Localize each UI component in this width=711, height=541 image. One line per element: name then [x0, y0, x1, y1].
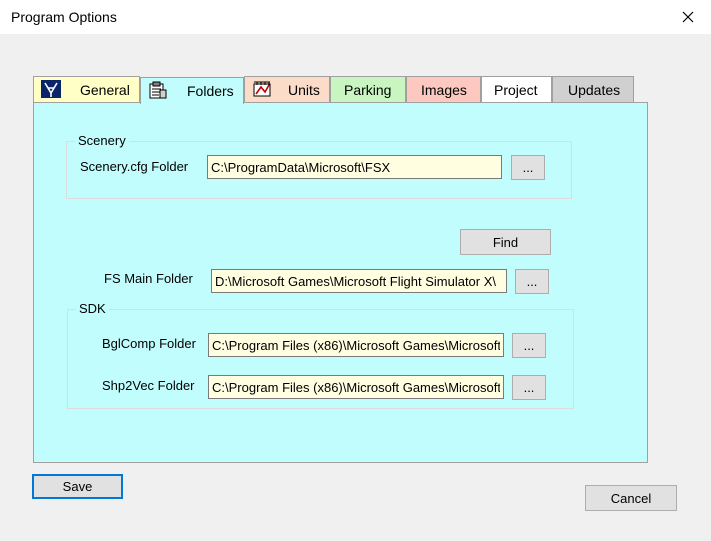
- fs-main-folder-field[interactable]: [211, 269, 507, 293]
- tab-images[interactable]: Images: [406, 76, 481, 102]
- clipboard-icon: [148, 81, 168, 99]
- fs-main-folder-label: FS Main Folder: [104, 271, 193, 286]
- tab-images-label: Images: [421, 82, 467, 98]
- ruler-icon: [252, 80, 272, 98]
- close-button[interactable]: [665, 0, 711, 34]
- tab-project-label: Project: [494, 82, 538, 98]
- scenery-group-title: Scenery: [75, 133, 129, 148]
- shp2vec-folder-field[interactable]: [208, 375, 504, 399]
- window-title: Program Options: [11, 9, 117, 25]
- tab-updates-label: Updates: [568, 82, 621, 98]
- tab-units-label: Units: [288, 82, 320, 98]
- find-button[interactable]: Find: [460, 229, 551, 255]
- tab-parking-label: Parking: [344, 82, 392, 98]
- sdk-group-title: SDK: [76, 301, 109, 316]
- close-icon: [682, 11, 694, 23]
- cancel-button[interactable]: Cancel: [585, 485, 677, 511]
- tab-units[interactable]: Units: [244, 76, 330, 102]
- antenna-icon: [41, 80, 61, 98]
- bglcomp-folder-browse-button[interactable]: ...: [512, 333, 546, 358]
- fs-main-folder-browse-button[interactable]: ...: [515, 269, 549, 294]
- title-bar: Program Options: [0, 0, 711, 34]
- tab-general[interactable]: General: [33, 76, 140, 102]
- tab-parking[interactable]: Parking: [330, 76, 406, 102]
- bglcomp-folder-field[interactable]: [208, 333, 504, 357]
- tab-updates[interactable]: Updates: [552, 76, 634, 102]
- folders-tab-panel: Scenery Scenery.cfg Folder ... Find FS M…: [33, 102, 648, 463]
- shp2vec-folder-browse-button[interactable]: ...: [512, 375, 546, 400]
- tab-folders-label: Folders: [187, 83, 234, 99]
- shp2vec-folder-label: Shp2Vec Folder: [102, 378, 195, 393]
- save-button[interactable]: Save: [32, 474, 123, 499]
- scenery-cfg-browse-button[interactable]: ...: [511, 155, 545, 180]
- tab-project[interactable]: Project: [481, 76, 552, 102]
- scenery-cfg-label: Scenery.cfg Folder: [80, 159, 189, 174]
- tab-general-label: General: [80, 82, 130, 98]
- scenery-cfg-field[interactable]: [207, 155, 502, 179]
- tab-folders[interactable]: Folders: [140, 77, 244, 104]
- bglcomp-folder-label: BglComp Folder: [102, 336, 196, 351]
